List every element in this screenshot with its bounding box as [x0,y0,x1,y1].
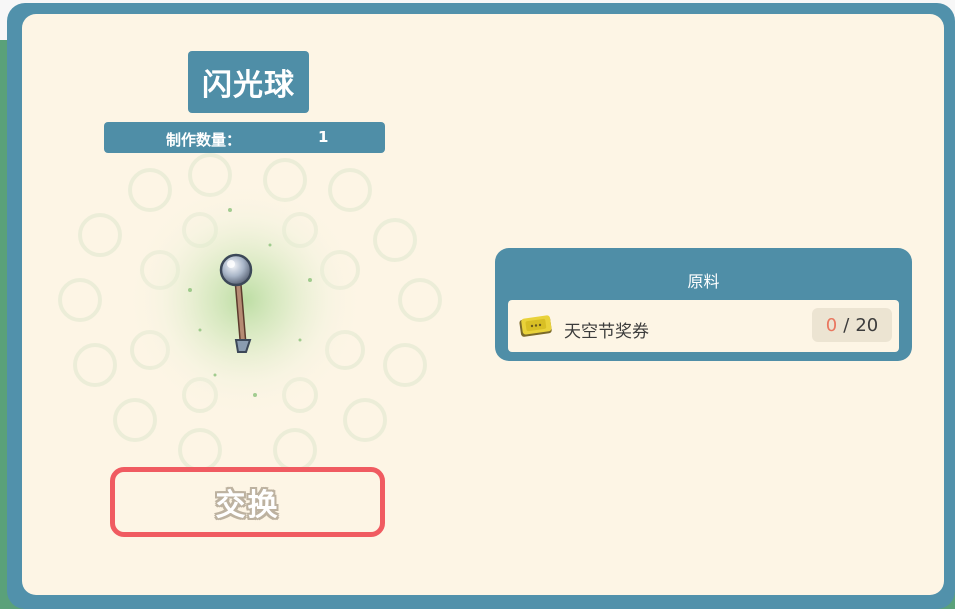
item-preview-art [58,153,442,472]
item-preview [40,150,460,480]
exchange-button[interactable]: 交换 [110,467,385,537]
material-row: 天空节奖券 0 / 20 [508,300,899,352]
material-count: 0 / 20 [812,308,892,342]
material-name: 天空节奖券 [564,322,649,342]
material-count-have: 0 [825,314,838,336]
item-title-badge: 闪光球 [188,51,309,113]
craft-quantity-bar: 制作数量： 1 [104,122,385,153]
materials-panel: 原料 天空节奖券 0 / 20 [495,248,912,361]
material-count-separator: / [843,314,850,336]
ticket-icon [519,315,552,337]
item-title: 闪光球 [202,68,295,103]
exchange-button-label: 交换 [215,488,280,523]
craft-quantity-label: 制作数量： [166,131,242,149]
craft-quantity-value: 1 [318,128,329,146]
material-count-need: 20 [855,314,879,336]
materials-header: 原料 [687,272,720,291]
